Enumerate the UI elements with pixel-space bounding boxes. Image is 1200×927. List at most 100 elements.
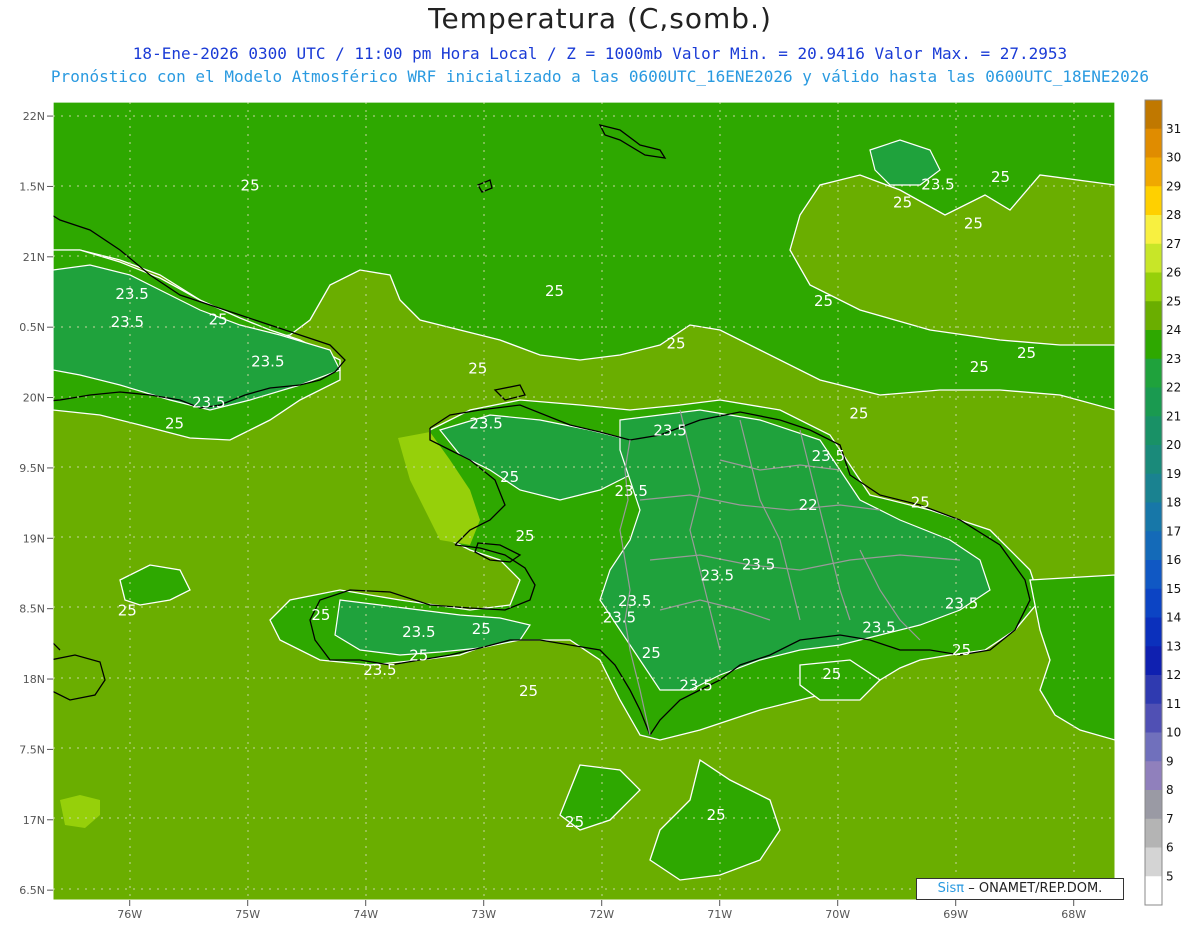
latitude-label: 1.5N (19, 180, 45, 193)
contour-label: 25 (952, 641, 971, 659)
colorbar: 31 30 29 28 27 26 25 24 23 22 21 20 19 18 17 16 15 14 13 12… (1144, 99, 1181, 906)
contour-label: 23.5 (251, 353, 284, 371)
contour-label: 25 (970, 358, 989, 376)
contour-label: 23.5 (679, 676, 712, 694)
colorbar-label: 22 (1166, 381, 1181, 395)
colorbar-segment (1145, 646, 1162, 676)
contour-label: 23.5 (742, 555, 775, 573)
colorbar-label: 16 (1166, 553, 1181, 567)
colorbar-segment (1145, 531, 1162, 561)
colorbar-segment (1145, 473, 1162, 504)
colorbar-segment (1145, 790, 1162, 820)
contour-label: 22 (799, 496, 818, 514)
longitude-label: 75W (235, 908, 260, 921)
latitude-label: 6.5N (19, 884, 45, 897)
latitude-label: 21N (23, 251, 45, 264)
colorbar-segment (1145, 330, 1162, 360)
contour-label: 23.5 (402, 623, 435, 641)
colorbar-segment (1145, 445, 1162, 475)
contour-label: 23.5 (363, 661, 396, 679)
contour-label: 23.5 (614, 482, 647, 500)
contour-label: 23.5 (812, 447, 845, 465)
colorbar-segment (1145, 215, 1162, 245)
contour-label: 25 (311, 606, 330, 624)
plot-area: 2523.523.5 2523.523.52525252523.5 23.52523… (53, 102, 1115, 900)
colorbar-segment (1145, 186, 1162, 216)
colorbar-label: 29 (1166, 179, 1181, 193)
latitude-label: 19N (23, 532, 45, 545)
contour-label: 23.5 (115, 285, 148, 303)
colorbar-label: 8 (1166, 783, 1174, 797)
contour-label: 25 (118, 602, 137, 620)
longitude-label: 76W (117, 908, 142, 921)
onamet-credit-text: – ONAMET/REP.DOM. (968, 881, 1103, 896)
contour-label: 23.5 (469, 415, 502, 433)
colorbar-segment (1145, 732, 1162, 762)
colorbar-segment (1145, 358, 1162, 389)
latitude-label: 18N (23, 673, 45, 686)
colorbar-label: 9 (1166, 754, 1174, 768)
contour-label: 23.5 (701, 567, 734, 585)
contour-label: 25 (849, 405, 868, 423)
colorbar-label: 7 (1166, 812, 1174, 826)
contour-label: 25 (822, 665, 841, 683)
longitude-label: 74W (353, 908, 378, 921)
contour-label: 25 (165, 415, 184, 433)
colorbar-segment (1145, 703, 1162, 734)
longitude-label: 71W (707, 908, 732, 921)
contour-label: 23.5 (111, 313, 144, 331)
contour-label: 25 (241, 177, 260, 195)
colorbar-label: 18 (1166, 496, 1181, 510)
contour-label: 25 (814, 292, 833, 310)
contour-label: 25 (642, 644, 661, 662)
contour-label: 25 (519, 682, 538, 700)
colorbar-label: 10 (1166, 726, 1181, 740)
contour-label: 23.5 (862, 619, 895, 637)
colorbar-segment (1145, 100, 1162, 130)
colorbar-label: 30 (1166, 151, 1181, 165)
contour-label: 25 (893, 194, 912, 212)
colorbar-segment (1145, 272, 1162, 302)
latitude-label: 0.5N (19, 321, 45, 334)
latitude-label: 9.5N (19, 462, 45, 475)
contour-label: 23.5 (192, 393, 225, 411)
colorbar-segment (1145, 675, 1162, 705)
colorbar-segment (1145, 128, 1162, 159)
latitude-label: 22N (23, 110, 45, 123)
contour-label: 25 (209, 310, 228, 328)
colorbar-segment (1145, 617, 1162, 647)
latitude-label: 7.5N (19, 743, 45, 756)
colorbar-segment (1145, 761, 1162, 791)
longitude-label: 72W (589, 908, 614, 921)
contour-label: 23.5 (653, 422, 686, 440)
longitude-label: 68W (1061, 908, 1086, 921)
colorbar-label: 21 (1166, 409, 1181, 423)
contour-label: 25 (500, 468, 519, 486)
colorbar-segment (1145, 818, 1162, 849)
colorbar-label: 27 (1166, 237, 1181, 251)
contour-label: 23.5 (921, 175, 954, 193)
colorbar-label: 12 (1166, 668, 1181, 682)
colorbar-segment (1145, 243, 1162, 274)
colorbar-label: 28 (1166, 208, 1181, 222)
colorbar-segment (1145, 588, 1162, 619)
contour-label: 25 (707, 806, 726, 824)
colorbar-segment (1145, 387, 1162, 417)
contour-label: 25 (565, 813, 584, 831)
longitude-axis: 76W 75W 74W 73W 72W 71W 70W 69W 68W (117, 900, 1086, 921)
contour-label: 25 (472, 620, 491, 638)
contour-label: 23.5 (618, 592, 651, 610)
latitude-axis: 22N 1.5N 21N 0.5N 20N 9.5N 19N 8.5N 18N 7.5N 17N 6.… (19, 110, 53, 897)
colorbar-label: 14 (1166, 611, 1181, 625)
credit-box: Sisπ – ONAMET/REP.DOM. (916, 878, 1124, 900)
colorbar-label: 17 (1166, 524, 1181, 538)
contour-label: 25 (515, 527, 534, 545)
colorbar-label: 24 (1166, 323, 1181, 337)
latitude-label: 17N (23, 814, 45, 827)
colorbar-label: 15 (1166, 582, 1181, 596)
latitude-label: 20N (23, 392, 45, 405)
contour-label: 25 (666, 334, 685, 352)
colorbar-segment (1145, 876, 1162, 906)
contour-label: 23.5 (603, 609, 636, 627)
contour-label: 25 (468, 360, 487, 378)
